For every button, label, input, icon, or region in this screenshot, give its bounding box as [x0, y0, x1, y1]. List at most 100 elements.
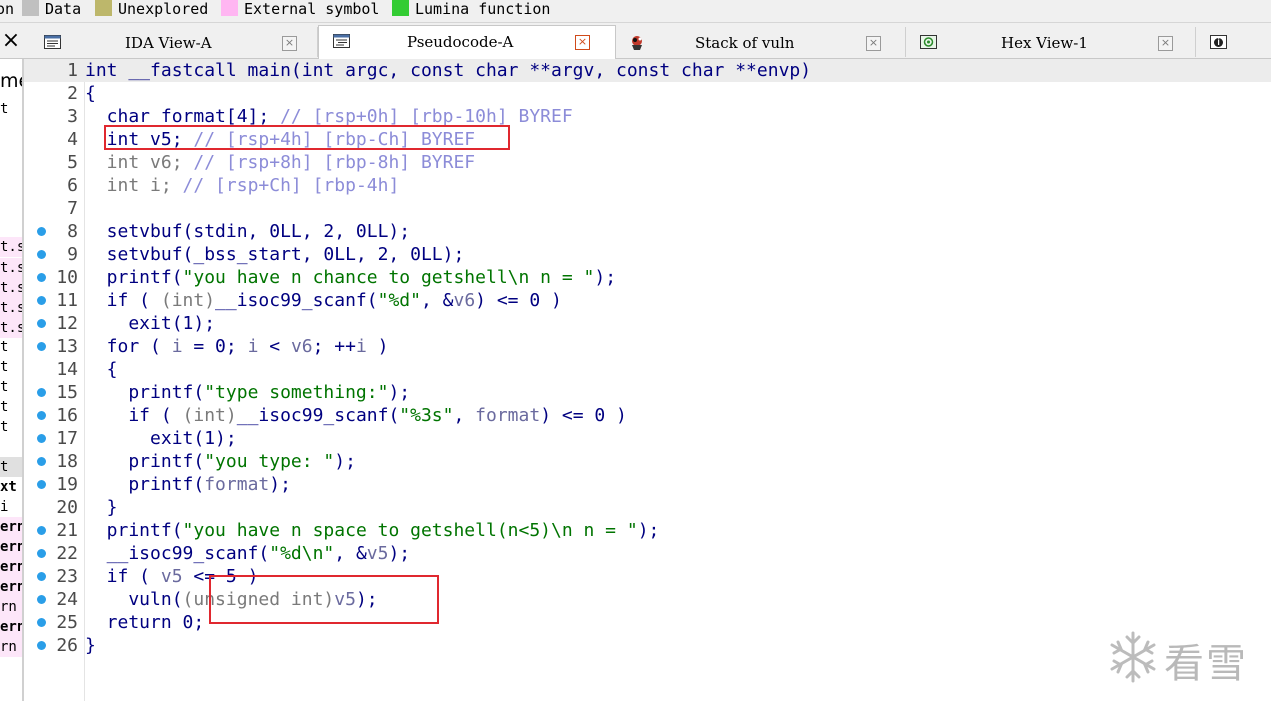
- code-line[interactable]: 21 printf("you have n space to getshell(…: [24, 519, 1271, 542]
- code-text: printf("you have n chance to getshell\n …: [85, 266, 616, 289]
- sidebar-function-item[interactable]: xt: [0, 477, 22, 497]
- line-number: 9: [67, 244, 78, 265]
- code-line[interactable]: 13 for ( i = 0; i < v6; ++i ): [24, 335, 1271, 358]
- code-token: // [rsp+Ch] [rbp-4h]: [182, 175, 400, 196]
- code-line[interactable]: 18 printf("you type: ");: [24, 450, 1271, 473]
- tab-label: Stack of vuln: [695, 34, 795, 52]
- code-line[interactable]: 12 exit(1);: [24, 312, 1271, 335]
- tab-hex-view-1[interactable]: Hex View-1 ×: [906, 27, 1196, 57]
- code-token: , &: [420, 290, 454, 311]
- sidebar-function-item[interactable]: ern: [0, 577, 22, 597]
- line-number: 11: [56, 290, 78, 311]
- code-line[interactable]: 20 }: [24, 496, 1271, 519]
- legend-label: Data: [45, 0, 82, 18]
- stack-frame-icon: [629, 35, 646, 50]
- sidebar-function-item[interactable]: t: [0, 357, 22, 377]
- code-token: __isoc99_scanf(: [215, 290, 378, 311]
- code-line[interactable]: 6 int i; // [rsp+Ch] [rbp-4h]: [24, 174, 1271, 197]
- pseudocode-view[interactable]: 1 int __fastcall main(int argc, const cha…: [24, 59, 1271, 701]
- line-number: 5: [67, 152, 78, 173]
- code-line[interactable]: 15 printf("type something:");: [24, 381, 1271, 404]
- code-line[interactable]: 5 int v6; // [rsp+8h] [rbp-8h] BYREF: [24, 151, 1271, 174]
- code-token: );: [388, 543, 411, 564]
- tab-label: Hex View-1: [1001, 34, 1088, 52]
- code-token: exit(1);: [85, 313, 216, 334]
- code-line[interactable]: 8 setvbuf(stdin, 0LL, 2, 0LL);: [24, 220, 1271, 243]
- code-token: ): [366, 336, 389, 357]
- code-token: v6: [290, 336, 313, 357]
- code-line[interactable]: 26}: [24, 634, 1271, 657]
- code-text: setvbuf(stdin, 0LL, 2, 0LL);: [85, 220, 410, 243]
- tab-stack-of-vuln[interactable]: Stack of vuln ×: [615, 27, 906, 57]
- code-token: "you have n chance to getshell\n n = ": [182, 267, 595, 288]
- code-token: printf(: [85, 474, 205, 495]
- sidebar-function-item[interactable]: rn: [0, 597, 22, 617]
- code-token: setvbuf(_bss_start, 0LL, 2, 0LL);: [85, 244, 465, 265]
- code-line[interactable]: 16 if ( (int)__isoc99_scanf("%3s", forma…: [24, 404, 1271, 427]
- tab-close-icon[interactable]: ×: [575, 35, 590, 50]
- code-line[interactable]: 10 printf("you have n chance to getshell…: [24, 266, 1271, 289]
- sidebar-function-item[interactable]: ern: [0, 557, 22, 577]
- code-token: setvbuf(stdin, 0LL, 2, 0LL);: [85, 221, 411, 242]
- code-token: "you type: ": [204, 451, 335, 472]
- tab-close-icon[interactable]: ×: [1158, 36, 1173, 51]
- code-line[interactable]: 14 {: [24, 358, 1271, 381]
- code-line[interactable]: 11 if ( (int)__isoc99_scanf("%d", &v6) <…: [24, 289, 1271, 312]
- line-number: 22: [56, 543, 78, 564]
- tab-ida-view-a[interactable]: IDA View-A ×: [30, 27, 318, 57]
- code-line[interactable]: 1 int __fastcall main(int argc, const cha…: [24, 59, 1271, 82]
- sidebar-function-item[interactable]: t: [0, 377, 22, 397]
- code-line[interactable]: 7: [24, 197, 1271, 220]
- sidebar-function-item[interactable]: t.s: [0, 237, 22, 257]
- sidebar-function-item[interactable]: t: [0, 457, 22, 477]
- code-token: , &: [334, 543, 367, 564]
- code-token: __isoc99_scanf(: [236, 405, 400, 426]
- sidebar-function-item[interactable]: ern: [0, 617, 22, 637]
- tab-close-icon[interactable]: ×: [282, 36, 297, 51]
- sidebar-function-item[interactable]: t: [0, 417, 22, 437]
- code-token: exit(1);: [85, 428, 237, 449]
- tab-label: Pseudocode-A: [407, 33, 514, 51]
- sidebar-function-item[interactable]: i: [0, 497, 22, 517]
- sidebar-function-item[interactable]: t: [0, 337, 22, 357]
- code-text: for ( i = 0; i < v6; ++i ): [85, 335, 389, 358]
- tab-close-icon[interactable]: ×: [866, 36, 881, 51]
- line-number: 1: [67, 60, 78, 81]
- panel-close-button[interactable]: ×: [0, 24, 22, 58]
- sidebar-function-item[interactable]: t: [0, 397, 22, 417]
- code-line[interactable]: 2{: [24, 82, 1271, 105]
- tab-pseudocode-a[interactable]: Pseudocode-A ×: [318, 25, 616, 59]
- sidebar-function-item[interactable]: ern: [0, 517, 22, 537]
- code-line[interactable]: 17 exit(1);: [24, 427, 1271, 450]
- sidebar-function-item[interactable]: t.s: [0, 318, 22, 338]
- sidebar-function-item[interactable]: t.s: [0, 278, 22, 298]
- code-token: }: [85, 635, 96, 656]
- code-token: __isoc99_scanf(: [85, 543, 270, 564]
- line-number: 10: [56, 267, 78, 288]
- code-text: int v6; // [rsp+8h] [rbp-8h] BYREF: [85, 151, 475, 174]
- code-token: (int): [182, 405, 237, 426]
- tab-info[interactable]: [1196, 27, 1271, 57]
- line-number: 8: [67, 221, 78, 242]
- code-line[interactable]: 22 __isoc99_scanf("%d\n", &v5);: [24, 542, 1271, 565]
- code-line[interactable]: 19 printf(format);: [24, 473, 1271, 496]
- legend-swatch: [95, 0, 112, 16]
- code-token: if (: [85, 290, 161, 311]
- line-number: 7: [67, 198, 78, 219]
- disassembly-view-icon: [44, 35, 61, 49]
- legend-swatch: [392, 0, 409, 16]
- pseudocode-view-icon: [333, 34, 350, 48]
- code-token: );: [269, 474, 291, 495]
- code-token: char format[4];: [85, 106, 281, 127]
- sidebar-function-item[interactable]: t: [0, 99, 22, 119]
- sidebar-function-item[interactable]: ern: [0, 537, 22, 557]
- code-token: }: [85, 497, 118, 518]
- code-token: v5: [366, 543, 389, 564]
- code-token: (int): [160, 290, 216, 311]
- sidebar-function-item[interactable]: rn: [0, 637, 22, 657]
- sidebar-function-item[interactable]: me: [0, 71, 22, 91]
- sidebar-function-item[interactable]: t.s: [0, 258, 22, 278]
- line-number: 2: [67, 83, 78, 104]
- sidebar-function-item[interactable]: t.se: [0, 298, 22, 318]
- code-line[interactable]: 9 setvbuf(_bss_start, 0LL, 2, 0LL);: [24, 243, 1271, 266]
